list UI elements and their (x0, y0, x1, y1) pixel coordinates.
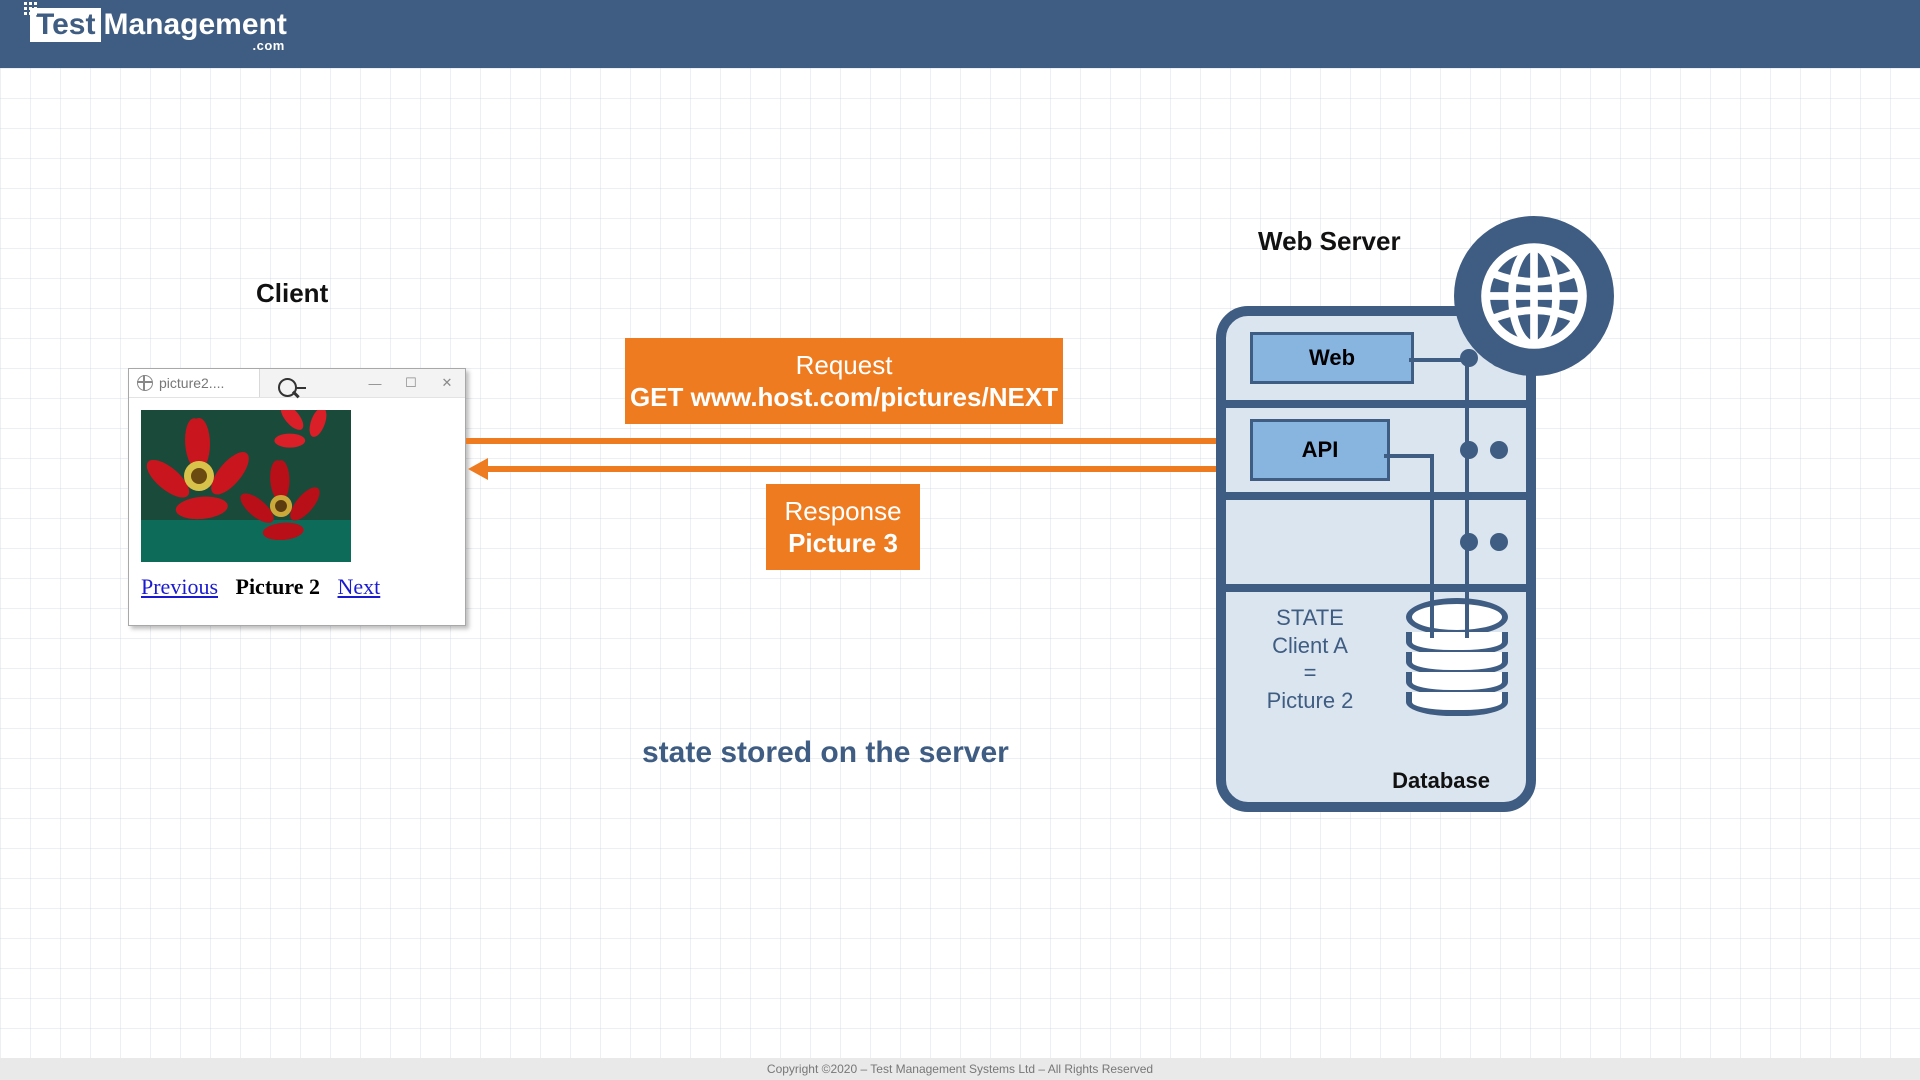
state-l1: STATE (1250, 604, 1370, 632)
state-l2: Client A (1250, 632, 1370, 660)
internet-globe-icon (1454, 216, 1614, 376)
wire-web-right (1409, 358, 1469, 362)
header-bar: Test Management .com (0, 0, 1920, 68)
rack-slot-middle (1226, 492, 1526, 584)
maximize-button[interactable]: ☐ (393, 369, 429, 397)
picture-nav: Previous Picture 2 Next (141, 574, 453, 600)
response-line1: Response (766, 495, 920, 528)
wire-api-right (1384, 454, 1434, 458)
close-button[interactable]: ✕ (429, 369, 465, 397)
response-arrow (484, 466, 1238, 472)
request-box: Request GET www.host.com/pictures/NEXT (625, 338, 1063, 424)
response-box: Response Picture 3 (766, 484, 920, 570)
request-arrow (466, 438, 1220, 444)
minimize-button[interactable]: — (357, 369, 393, 397)
request-line1: Request (625, 349, 1063, 382)
tab-title: picture2.... (159, 375, 224, 391)
state-l3: = (1250, 659, 1370, 687)
web-chip: Web (1250, 332, 1414, 384)
brand-boxed: Test (36, 8, 95, 41)
api-chip: API (1250, 419, 1390, 481)
server-rack: Web API STATE Client A = Picture 2 (1216, 306, 1536, 812)
state-info: STATE Client A = Picture 2 (1250, 604, 1370, 714)
request-line2: GET www.host.com/pictures/NEXT (625, 381, 1063, 414)
wire-api-down (1430, 454, 1434, 638)
picture-image (141, 410, 351, 562)
current-picture-label: Picture 2 (236, 574, 321, 599)
next-link[interactable]: Next (338, 574, 381, 599)
rack-slot-bottom: STATE Client A = Picture 2 Database (1226, 584, 1526, 802)
wire-web-down (1465, 358, 1469, 638)
database-label: Database (1392, 768, 1490, 794)
brand-logo: Test Management .com (30, 8, 287, 53)
response-line2: Picture 3 (766, 527, 920, 560)
client-browser-window: picture2.... — ☐ ✕ (128, 368, 466, 626)
previous-link[interactable]: Previous (141, 574, 218, 599)
browser-tab[interactable]: picture2.... (129, 369, 260, 397)
database-icon (1406, 598, 1496, 716)
cursor-magnifier-icon (276, 376, 300, 400)
state-annotation: state stored on the server (642, 736, 1009, 770)
state-l4: Picture 2 (1250, 687, 1370, 715)
client-label: Client (256, 278, 328, 309)
brand-rest: Management (103, 8, 286, 41)
footer-copyright: Copyright ©2020 – Test Management System… (0, 1058, 1920, 1080)
web-server-label: Web Server (1258, 226, 1401, 257)
globe-icon (137, 375, 153, 391)
rack-slot-api: API (1226, 400, 1526, 492)
